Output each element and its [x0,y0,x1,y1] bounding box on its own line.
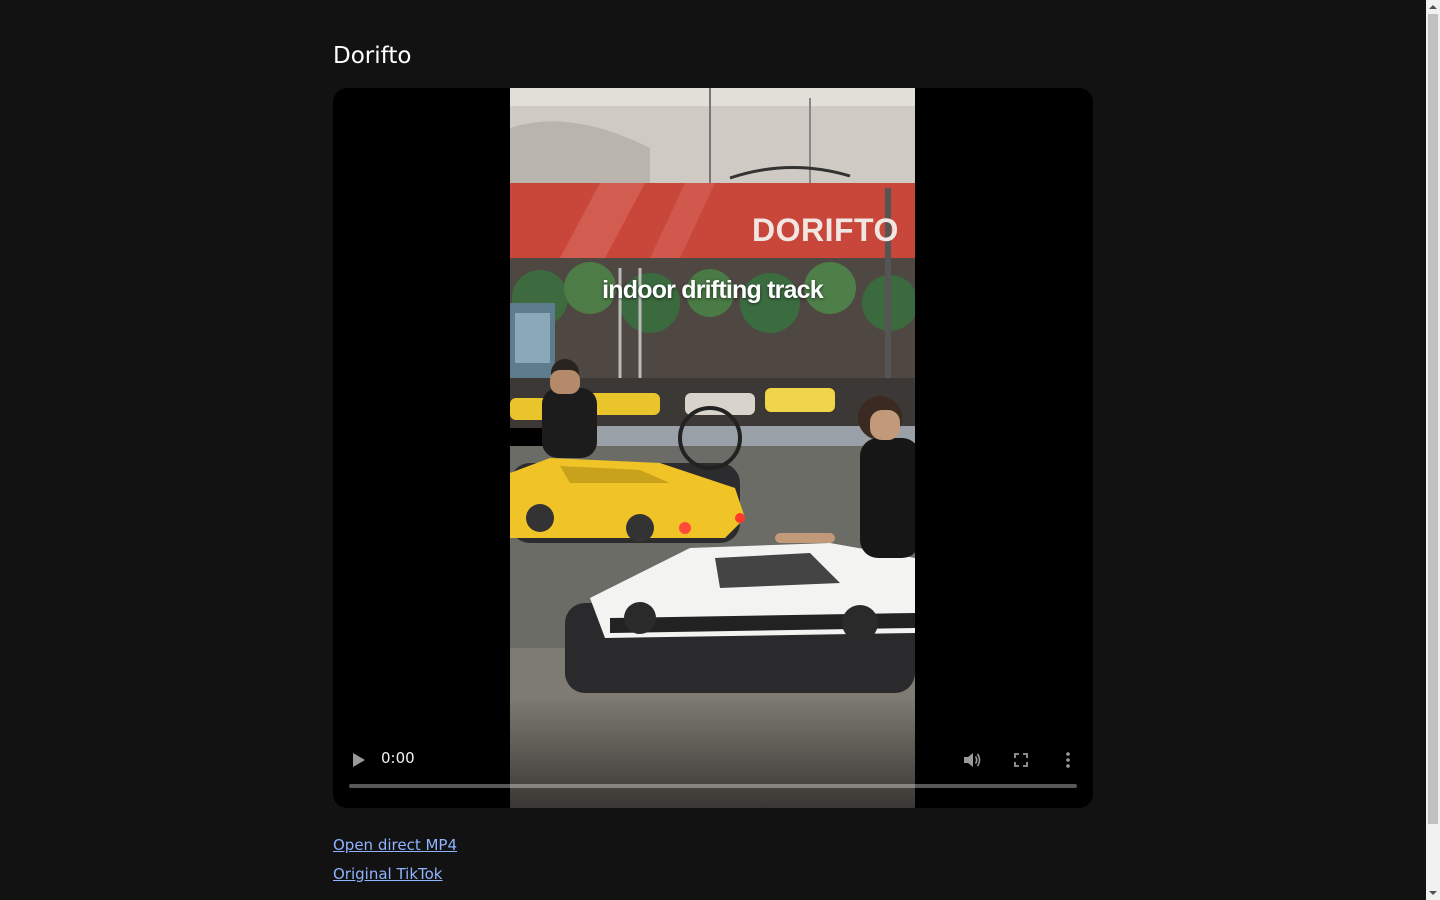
play-icon [353,753,365,767]
mute-button[interactable] [961,749,983,771]
scrollbar[interactable] [1426,0,1440,900]
video-banner-text: DORIFTO [752,212,899,248]
progress-bar[interactable] [349,784,1077,788]
play-button[interactable] [349,748,369,772]
more-options-icon [1066,752,1070,768]
current-time: 0:00 [381,749,415,767]
original-tiktok-link[interactable]: Original TikTok [333,865,443,883]
scroll-down-icon[interactable] [1426,886,1440,900]
more-options-button[interactable] [1060,749,1076,771]
open-direct-mp4-link[interactable]: Open direct MP4 [333,836,457,854]
video-player[interactable]: DORIFTO indoor drifting track 0:00 [333,88,1093,808]
scrollbar-thumb[interactable] [1428,14,1438,824]
scroll-up-icon[interactable] [1426,0,1440,14]
fullscreen-button[interactable] [1010,749,1032,771]
page-title: Dorifto [333,43,412,69]
volume-icon [964,753,981,767]
fullscreen-icon [1014,753,1028,767]
video-caption: indoor drifting track [602,276,824,304]
page: Dorifto DORIFTO indoor drifting track 0:… [0,0,1426,900]
